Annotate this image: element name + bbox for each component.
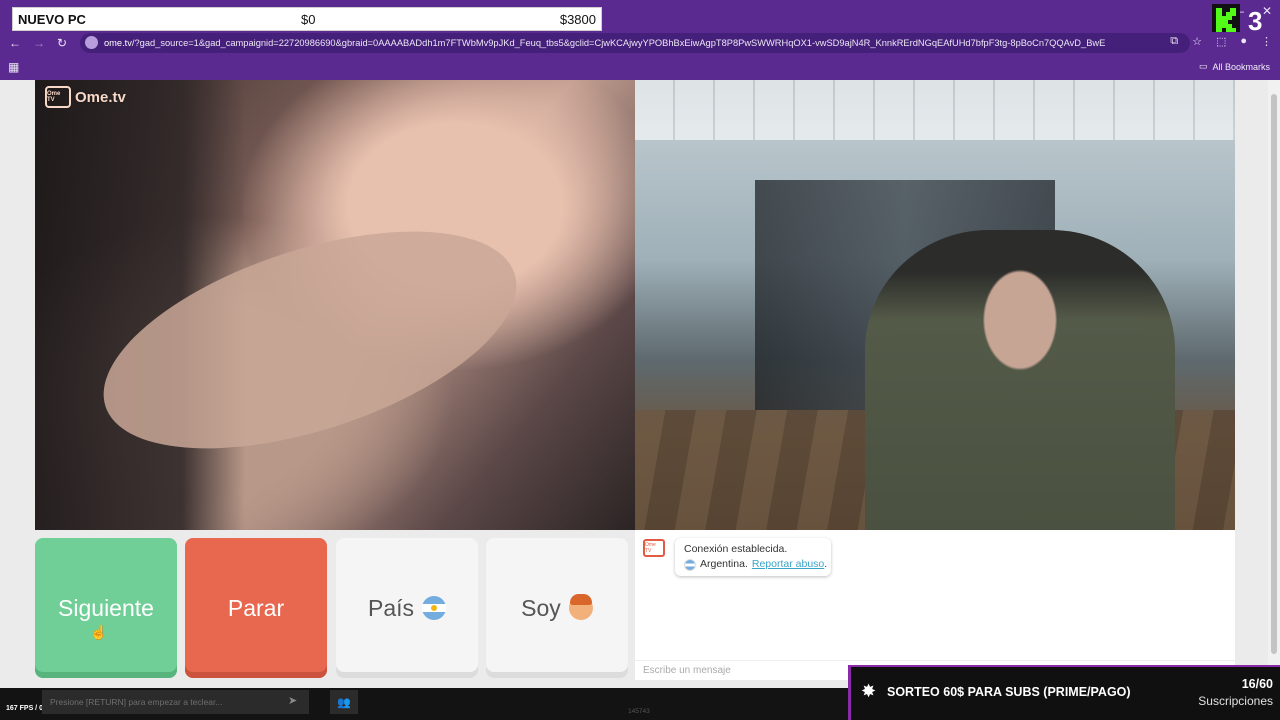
next-button[interactable]: Siguiente [35,538,177,678]
boy-face-icon [568,594,593,620]
browser-toolbar: ← → ↻ ome.tv/?gad_source=1&gad_campaigni… [0,32,1280,54]
goal-title: NUEVO PC [18,11,86,27]
send-icon[interactable]: ➤ [288,694,297,707]
stream-goal-overlay: NUEVO PC $0 $3800 [12,7,602,31]
apps-grid-icon[interactable]: ▦ [8,60,19,74]
viewer-number: 145743 [628,708,650,715]
users-icon[interactable]: 👥 [330,690,358,714]
stop-button[interactable]: Parar [185,538,327,678]
argentina-mini-flag-icon [684,558,696,571]
address-bar[interactable]: ome.tv/?gad_source=1&gad_campaignid=2272… [80,33,1190,53]
all-bookmarks-label: All Bookmarks [1212,61,1270,72]
system-message: Conexión establecida. Argentina. Reporta… [675,538,831,576]
url-path: /?gad_source=1&gad_campaignid=2272098669… [131,38,1106,48]
next-button-label: Siguiente [58,594,154,621]
sub-goal-widget: ✸ SORTEO 60$ PARA SUBS (PRIME/PAGO) 16/6… [848,665,1280,720]
bookmarks-bar: ▦ ▭ All Bookmarks [0,54,1280,80]
menu-icon[interactable]: ⋮ [1261,35,1272,48]
hand-cursor-icon: ☝ [90,624,108,640]
argentina-flag-icon [422,596,447,620]
country-button[interactable]: País [336,538,478,678]
site-info-icon[interactable] [85,36,98,49]
sub-goal-count: 16/60 [1241,677,1273,691]
page-scrollbar[interactable] [1268,80,1280,688]
gender-button[interactable]: Soy [486,538,628,678]
country-name: Argentina. [700,558,748,570]
country-button-label: País [367,594,415,621]
tv-icon: Ome TV [45,86,71,108]
gender-button-label: Soy [521,594,561,621]
sub-goal-title: SORTEO 60$ PARA SUBS (PRIME/PAGO) [887,685,1131,699]
scrollbar-thumb[interactable] [1271,94,1277,654]
back-icon[interactable]: ← [6,34,24,52]
extensions-icon[interactable]: ⬚ [1216,35,1226,48]
ometv-chat-logo-icon: Ome TV [643,539,665,557]
sub-goal-label: Suscripciones [1198,694,1273,708]
ometv-logo-text: Ome.tv [75,88,126,106]
cast-icon[interactable]: ⧉ [1170,35,1178,48]
star-burst-icon: ✸ [861,681,877,701]
star-icon[interactable]: ☆ [1192,35,1202,48]
report-abuse-link[interactable]: Reportar abuso [752,558,824,570]
toolbar-icons: ⧉ ☆ ⬚ ● ⋮ [1170,35,1272,48]
all-bookmarks[interactable]: ▭ All Bookmarks [1199,61,1270,72]
url-host: ome.tv [104,38,132,48]
chat-panel: Ome TV Conexión establecida. Argentina. … [635,530,1235,680]
ometv-logo: Ome TV Ome.tv [45,86,126,108]
connection-status: Conexión establecida. [684,543,788,555]
folder-icon: ▭ [1198,61,1208,71]
reload-icon[interactable]: ↻ [53,34,71,52]
stranger-video: Ome TV Ome.tv [35,80,635,530]
forward-icon[interactable]: → [30,34,48,52]
goal-current: $0 [301,11,316,27]
stop-button-label: Parar [227,594,285,621]
goal-target: $3800 [559,11,596,27]
ometv-page: Ome TV Ome.tv Siguiente Parar País Soy ☝ [0,80,1280,688]
stream-chat-input[interactable]: Presione [RETURN] para empezar a teclear… [42,690,309,714]
profile-icon[interactable]: ● [1240,35,1247,48]
self-video [635,80,1235,530]
browser-titlebar: NUEVO PC $0 $3800 – ✕ [0,0,1280,32]
